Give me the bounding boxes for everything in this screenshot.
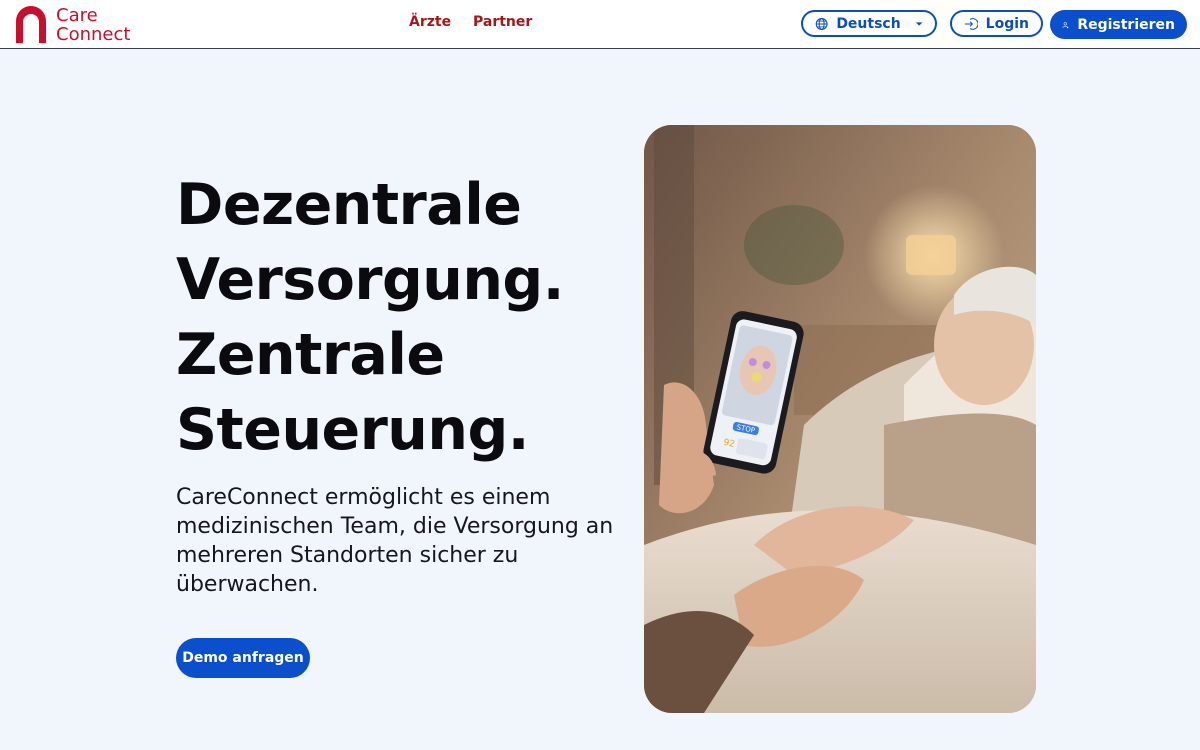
hero-subtitle: CareConnect ermöglicht es einem medizini… xyxy=(176,485,614,597)
logo-wordmark: Care Connect xyxy=(56,6,130,44)
careconnect-logo[interactable]: Care Connect xyxy=(12,5,130,45)
language-selector[interactable]: Deutsch xyxy=(801,10,937,37)
register-label: Registrieren xyxy=(1077,16,1175,33)
hero-title: Dezentrale Versorgung. Zentrale Steuerun… xyxy=(176,168,606,468)
login-button[interactable]: Login xyxy=(950,10,1043,37)
request-demo-button[interactable]: Demo anfragen xyxy=(176,638,310,678)
hero-title-line: Zentrale xyxy=(176,322,445,388)
add-user-icon xyxy=(1062,21,1069,28)
login-arrow-icon xyxy=(964,17,978,30)
logo-text-care: Care xyxy=(56,5,98,26)
nav-link-aerzte[interactable]: Ärzte xyxy=(409,14,451,30)
logo-arch-icon xyxy=(16,6,46,43)
top-navigation-bar: Care Connect Ärzte Partner Deutsch Login xyxy=(0,0,1200,49)
login-label: Login xyxy=(985,15,1029,32)
register-button[interactable]: Registrieren xyxy=(1050,10,1187,39)
hero-title-line: Versorgung. xyxy=(176,247,564,313)
caret-down-icon xyxy=(915,21,923,26)
hero-image: STOP 92 xyxy=(644,125,1036,713)
nav-link-partner[interactable]: Partner xyxy=(473,14,532,30)
hero-title-line: Dezentrale xyxy=(176,172,522,238)
elderly-patient-photo-illustration: STOP 92 xyxy=(644,125,1036,713)
globe-icon xyxy=(815,17,828,30)
hero-title-line: Steuerung. xyxy=(176,397,529,463)
logo-text-connect: Connect xyxy=(56,24,131,45)
language-label: Deutsch xyxy=(836,15,901,32)
